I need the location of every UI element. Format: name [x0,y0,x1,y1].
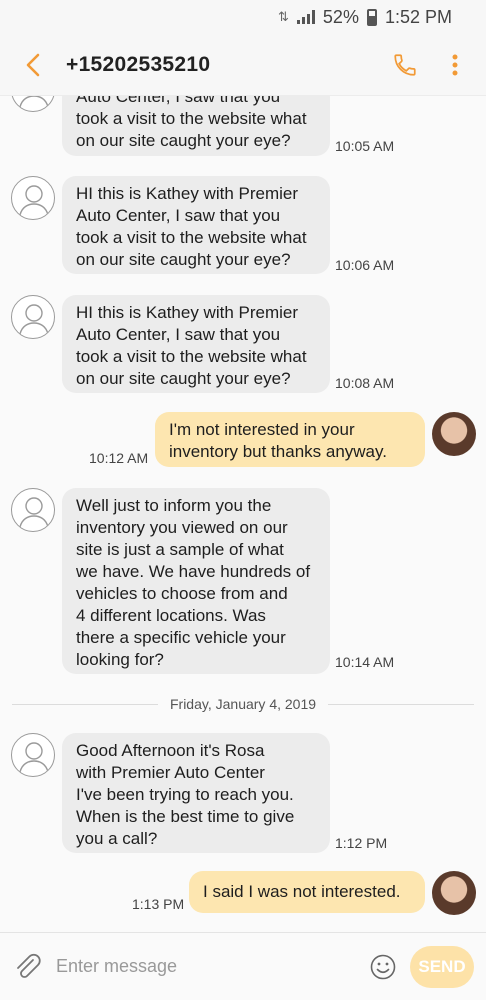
paperclip-icon [17,953,41,978]
message-time: 10:14 AM [335,654,395,670]
date-separator-label: Friday, January 4, 2019 [169,696,317,712]
message-list[interactable]: Auto Center, I saw that you took a visit… [0,96,486,932]
user-avatar [432,871,476,915]
emoji-button[interactable] [362,933,404,1000]
message-time: 1:12 PM [335,835,388,851]
message-time: 10:06 AM [335,257,395,273]
message-bubble: I'm not interested in your inventory but… [155,412,425,467]
date-separator: Friday, January 4, 2019 [12,694,475,714]
message-bubble: I said I was not interested. [189,871,425,913]
person-icon [19,497,49,528]
data-saver-icon: ⇅ [278,9,289,24]
battery-icon [366,8,377,26]
send-button[interactable]: SEND [410,945,474,988]
conversation-header: +15202535210 [0,34,486,96]
back-arrow-icon [26,53,40,76]
contact-avatar [11,176,55,220]
phone-icon [394,53,416,76]
person-icon [19,96,49,108]
person-icon [19,185,49,216]
contact-avatar [11,488,55,532]
message-bubble: Well just to inform you the inventory yo… [62,488,330,674]
message-time: 10:05 AM [335,138,395,154]
battery-percent: 52% [322,6,359,27]
contact-number: +15202535210 [66,52,211,76]
user-avatar [432,412,476,456]
message-bubble: HI this is Kathey with Premier Auto Cent… [62,176,330,274]
person-icon [19,742,49,773]
emoji-icon [370,954,396,979]
more-vert-icon [452,54,458,75]
status-bar: ⇅ 52% 1:52 PM [0,0,486,34]
message-bubble: Good Afternoon it's Rosa with Premier Au… [62,733,330,853]
call-button[interactable] [380,34,430,96]
back-button[interactable] [0,34,66,96]
status-time: 1:52 PM [384,6,452,27]
compose-bar: SEND [0,932,486,1000]
message-time: 10:08 AM [335,375,395,391]
message-bubble: Auto Center, I saw that you took a visit… [62,96,330,156]
message-input[interactable] [56,946,362,987]
message-bubble: HI this is Kathey with Premier Auto Cent… [62,295,330,393]
message-time: 1:13 PM [132,896,185,912]
signal-icon [296,10,315,24]
contact-avatar [11,295,55,339]
contact-avatar [11,733,55,777]
contact-avatar [11,96,55,112]
person-icon [19,304,49,335]
message-time: 10:12 AM [89,450,149,466]
attach-button[interactable] [0,933,56,1000]
more-options-button[interactable] [430,34,480,96]
